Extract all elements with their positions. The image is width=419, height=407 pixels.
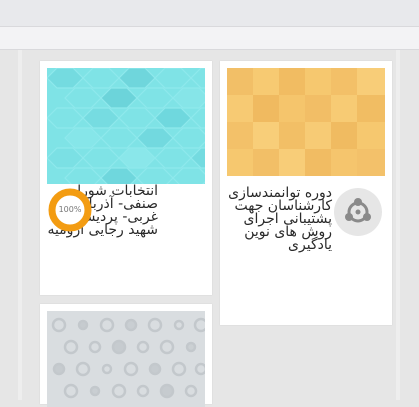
course-image-circles[interactable]: [47, 311, 205, 407]
course-card[interactable]: دوره توانمندسازی کارشناسان جهت پشتیبانی …: [220, 61, 392, 325]
course-image-squares[interactable]: [227, 68, 385, 176]
course-title[interactable]: دوره توانمندسازی کارشناسان جهت پشتیبانی …: [226, 186, 332, 252]
course-image-hexagon[interactable]: [47, 68, 205, 184]
progress-label: 100%: [58, 205, 82, 214]
course-share-icon: [334, 188, 382, 236]
right-rail: [396, 50, 400, 400]
top-bar: [0, 0, 419, 26]
course-card[interactable]: انتخابات شورای صنفی- آذربایجان غربی- پرد…: [40, 61, 212, 295]
left-rail: [18, 50, 22, 400]
secondary-bar: [0, 26, 419, 50]
progress-ring: 100%: [48, 188, 92, 232]
course-card[interactable]: [40, 304, 212, 407]
